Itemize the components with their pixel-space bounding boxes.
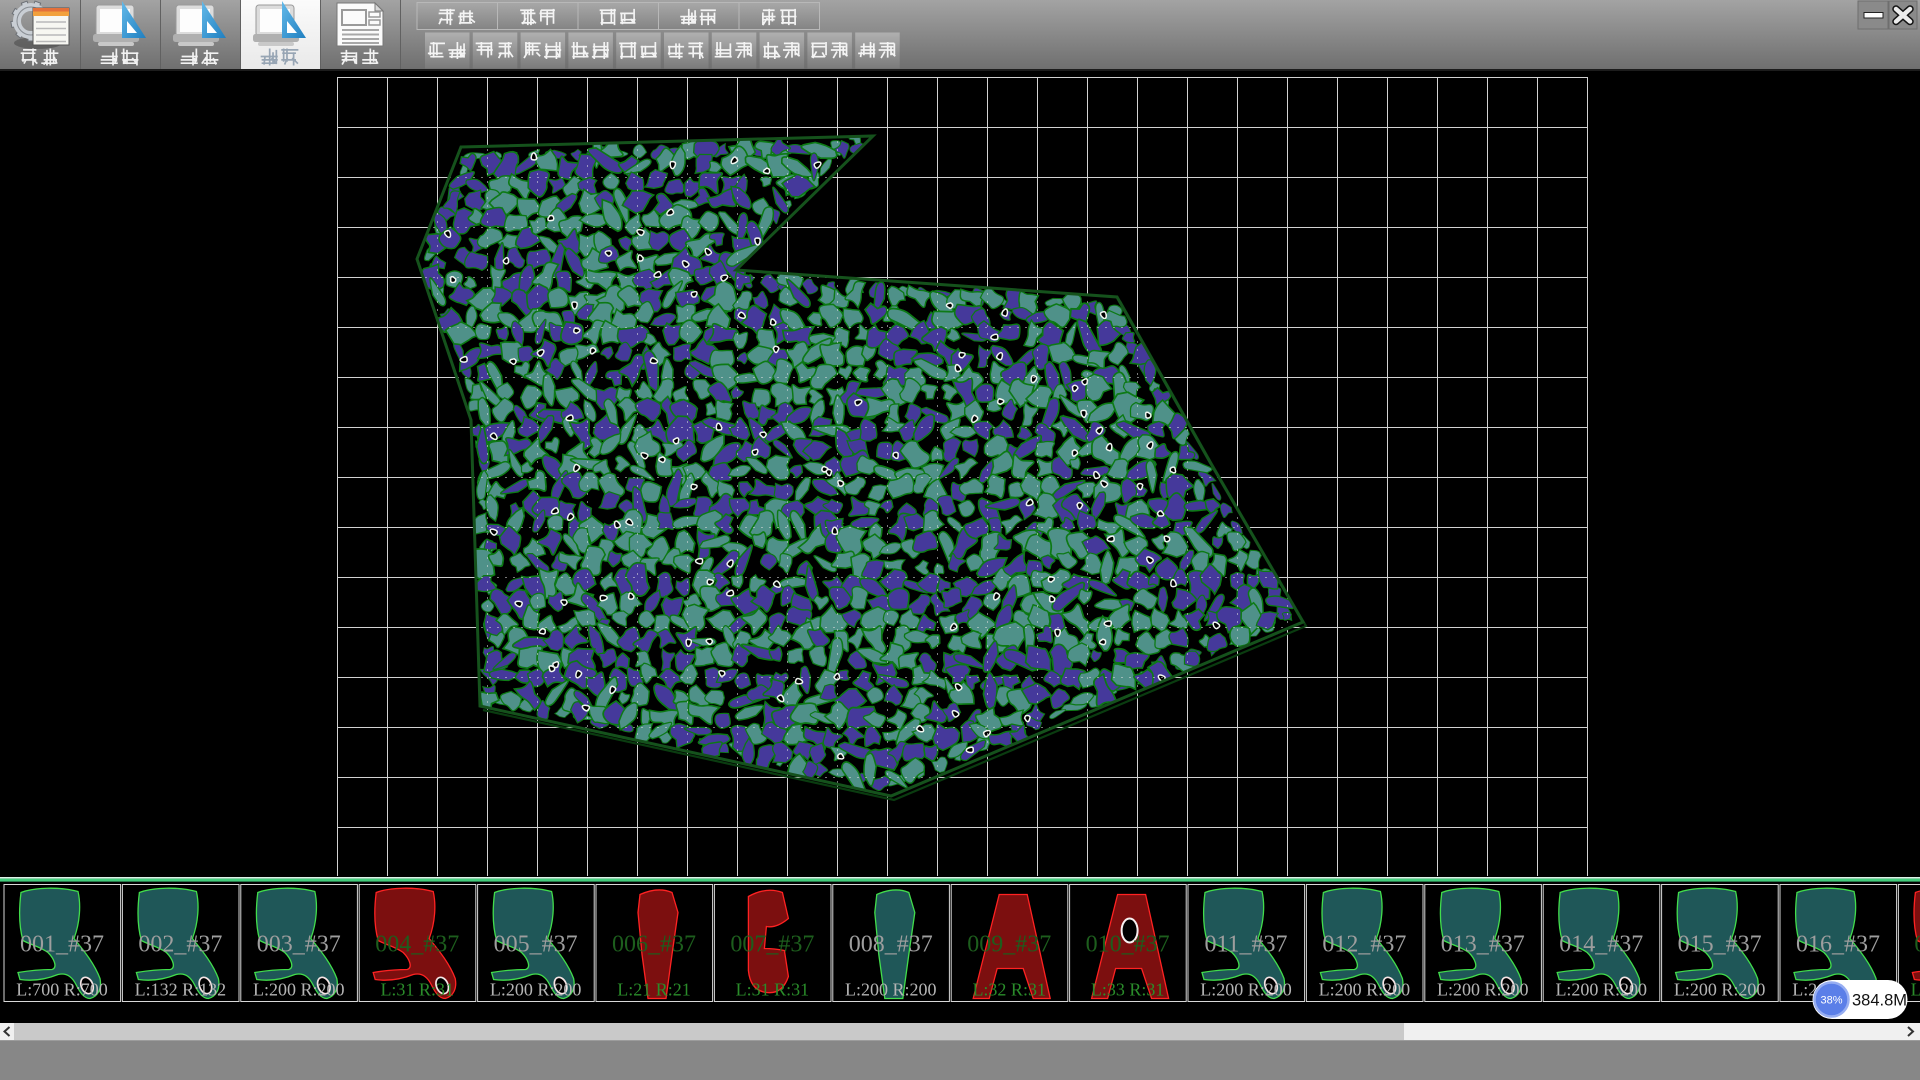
svg-text:011_#37: 011_#37 <box>1204 932 1287 958</box>
svg-text:008_#37: 008_#37 <box>849 932 933 958</box>
svg-text:L:200 R:200: L:200 R:200 <box>845 980 937 1000</box>
svg-text:L:32 R:31: L:32 R:31 <box>972 980 1046 1000</box>
svg-text:L:200 R:200: L:200 R:200 <box>1555 980 1647 1000</box>
svg-text:L:200 R:200: L:200 R:200 <box>1911 980 1920 1000</box>
svg-text:L:31 R:31: L:31 R:31 <box>380 980 454 1000</box>
svg-text:015_#37: 015_#37 <box>1678 932 1762 958</box>
svg-text:38%: 38% <box>1820 995 1842 1007</box>
svg-text:L:200 R:200: L:200 R:200 <box>490 980 582 1000</box>
svg-text:L:132 R:132: L:132 R:132 <box>135 980 227 1000</box>
svg-text:009_#37: 009_#37 <box>967 932 1051 958</box>
svg-text:L:200 R:200: L:200 R:200 <box>1200 980 1292 1000</box>
svg-text:L:200 R:200: L:200 R:200 <box>1319 980 1411 1000</box>
svg-text:007_#37: 007_#37 <box>730 932 814 958</box>
svg-text:010_#37: 010_#37 <box>1086 932 1170 958</box>
svg-text:L:200 R:200: L:200 R:200 <box>1437 980 1529 1000</box>
svg-text:002_#37: 002_#37 <box>138 932 222 958</box>
svg-text:384.8M: 384.8M <box>1852 992 1907 1010</box>
svg-text:005_#37: 005_#37 <box>494 932 578 958</box>
svg-text:001_#37: 001_#37 <box>20 932 104 958</box>
svg-text:012_#37: 012_#37 <box>1322 932 1406 958</box>
svg-text:013_#37: 013_#37 <box>1441 932 1525 958</box>
svg-text:L:33 R:31: L:33 R:31 <box>1091 980 1165 1000</box>
svg-text:004_#37: 004_#37 <box>375 932 459 958</box>
svg-text:L:21 R:21: L:21 R:21 <box>617 980 691 1000</box>
svg-text:017_#37: 017_#37 <box>1914 932 1920 958</box>
svg-text:L:200 R:200: L:200 R:200 <box>1674 980 1766 1000</box>
svg-text:L:700 R:700: L:700 R:700 <box>16 980 108 1000</box>
svg-text:016_#37: 016_#37 <box>1796 932 1880 958</box>
svg-text:014_#37: 014_#37 <box>1559 932 1643 958</box>
svg-text:003_#37: 003_#37 <box>257 932 341 958</box>
svg-text:006_#37: 006_#37 <box>612 932 696 958</box>
svg-text:L:31 R:31: L:31 R:31 <box>736 980 810 1000</box>
svg-text:L:200 R:200: L:200 R:200 <box>253 980 345 1000</box>
